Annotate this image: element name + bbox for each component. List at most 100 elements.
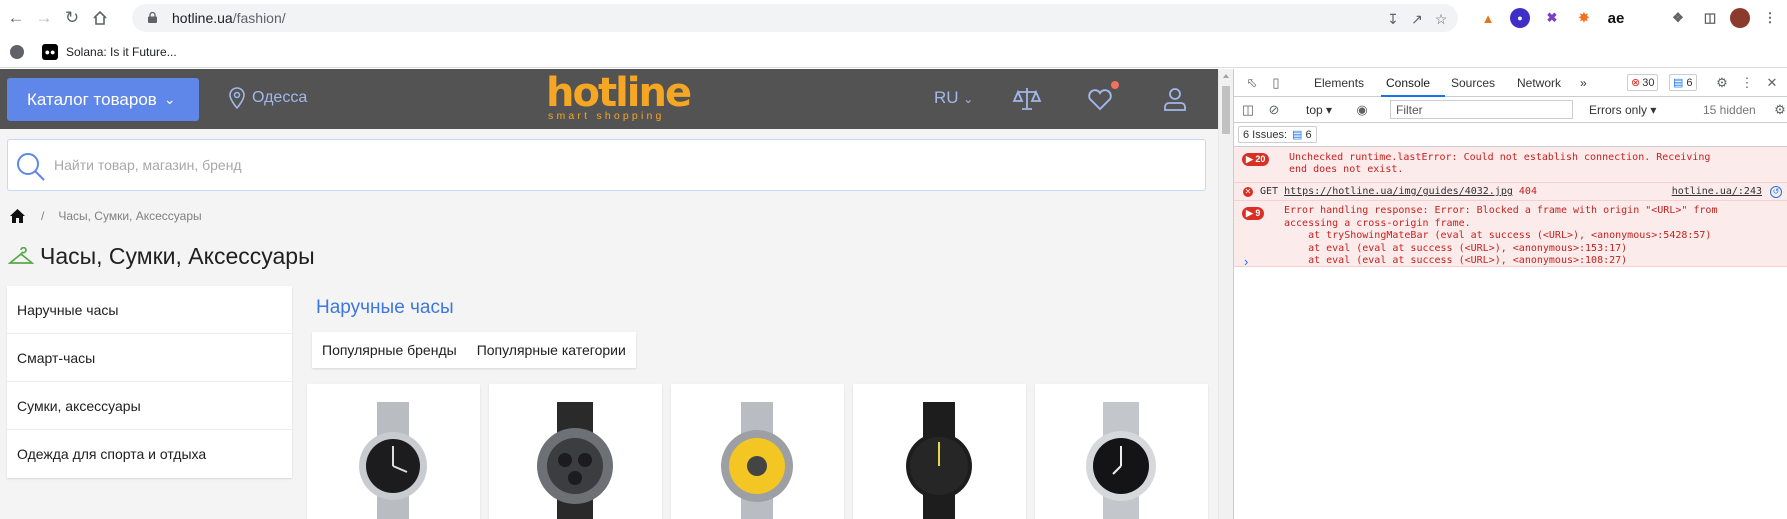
bookmark-star-icon[interactable]: ☆ [1432, 10, 1450, 28]
error-icon: ✕ [1243, 186, 1253, 197]
sidebar-item-label: Наручные часы [17, 301, 119, 318]
search-icon [17, 153, 45, 181]
search-input[interactable]: Найти товар, магазин, бренд [7, 139, 1206, 191]
log-levels-dropdown[interactable]: Errors only ▾ [1589, 103, 1656, 117]
home-icon[interactable] [10, 209, 25, 223]
sidebar-item-sportswear[interactable]: Одежда для спорта и отдыха [7, 430, 292, 478]
hotline-logo[interactable]: hotline smart shopping [546, 73, 692, 123]
clear-console-icon[interactable]: ⊘ [1266, 102, 1282, 118]
error-count-badge[interactable]: ⊗ 30 [1627, 74, 1659, 91]
catalog-button[interactable]: Каталог товаров ⌄ [7, 78, 199, 121]
sidebar-toggle-icon[interactable]: ◫ [1240, 102, 1256, 118]
reload-icon[interactable]: ↻ [60, 6, 84, 30]
city-label: Одесса [252, 89, 308, 106]
site-header: Каталог товаров ⌄ Одесса hotline smart s… [0, 69, 1218, 129]
user-icon[interactable] [1160, 84, 1190, 114]
ext-star-icon[interactable]: ✸ [1574, 8, 1594, 28]
watch-image [537, 402, 613, 519]
breadcrumb-item[interactable]: Часы, Сумки, Аксессуары [58, 209, 201, 223]
sidebar-item-smartwatches[interactable]: Смарт-часы [7, 334, 292, 382]
scroll-up-arrow-icon[interactable] [1223, 74, 1229, 78]
profile-avatar[interactable] [1730, 8, 1750, 28]
issues-bar: 6 Issues: ▤ 6 [1234, 123, 1787, 147]
logo-tagline: smart shopping [548, 110, 665, 122]
network-request-icon[interactable]: ↺ [1770, 186, 1782, 198]
issues-label: 6 Issues: [1243, 128, 1288, 141]
http-status: 404 [1518, 186, 1537, 197]
sidebar-item-wristwatches[interactable]: Наручные часы [7, 286, 292, 334]
share-icon[interactable]: ↗ [1408, 10, 1426, 28]
issues-button[interactable]: 6 Issues: ▤ 6 [1238, 126, 1317, 143]
close-icon[interactable]: ✕ [1764, 75, 1780, 91]
repeat-count-badge: ▶ 9 [1242, 207, 1265, 220]
medium-icon: ●● [42, 44, 58, 60]
eye-icon[interactable]: ◉ [1354, 102, 1370, 118]
side-panel-icon[interactable]: ◫ [1700, 8, 1720, 28]
repeat-count: 9 [1255, 208, 1261, 219]
search-placeholder: Найти товар, магазин, бренд [54, 157, 242, 173]
message-line: Unchecked runtime.lastError: Could not e… [1289, 152, 1711, 163]
product-card[interactable] [853, 384, 1026, 519]
product-card[interactable] [489, 384, 662, 519]
page-title-text: Часы, Сумки, Аксессуары [40, 243, 315, 269]
home-icon[interactable] [88, 6, 112, 30]
tab-popular-categories[interactable]: Популярные категории [467, 342, 636, 358]
console-error-message[interactable]: ✕ GET https://hotline.ua/img/guides/4032… [1234, 183, 1787, 201]
breadcrumb-separator: / [41, 209, 45, 223]
watch-image [721, 402, 793, 519]
ext-x-icon[interactable]: ✖ [1542, 8, 1562, 28]
compare-scales-icon[interactable] [1012, 84, 1042, 114]
favorites-badge [1111, 81, 1119, 89]
bookmarks-bar: ●● Solana: Is it Future... [0, 36, 1787, 68]
tab-console[interactable]: Console [1386, 76, 1430, 90]
ext-circle-icon[interactable]: ● [1510, 8, 1530, 28]
context-selector[interactable]: top ▾ [1306, 103, 1332, 117]
tab-popular-brands[interactable]: Популярные бренды [312, 342, 467, 358]
chevron-down-icon: ⌄ [163, 91, 176, 107]
heart-icon[interactable] [1085, 84, 1115, 114]
source-link[interactable]: hotline.ua/:243 [1672, 186, 1762, 199]
extensions-puzzle-icon[interactable]: ❖ [1668, 8, 1688, 28]
tab-elements[interactable]: Elements [1314, 76, 1364, 90]
forward-arrow-icon[interactable]: → [32, 6, 56, 30]
lock-icon [148, 12, 157, 23]
hidden-count: 15 hidden [1703, 103, 1756, 117]
tab-network[interactable]: Network [1517, 76, 1561, 90]
city-selector[interactable]: Одесса [228, 87, 307, 109]
console-error-message[interactable]: ▶ 20 Unchecked runtime.lastError: Could … [1234, 147, 1787, 183]
devtools-menu-icon[interactable]: ⋮ [1739, 75, 1755, 91]
section-title[interactable]: Наручные часы [316, 297, 454, 319]
language-selector[interactable]: RU ⌄ [934, 88, 973, 108]
install-app-icon[interactable]: ↧ [1384, 10, 1402, 28]
more-tabs-icon[interactable]: » [1580, 76, 1587, 90]
request-url-link[interactable]: https://hotline.ua/img/guides/4032.jpg [1284, 186, 1513, 197]
sidebar-item-bags[interactable]: Сумки, аксессуары [7, 382, 292, 430]
http-method: GET [1260, 186, 1279, 197]
back-arrow-icon[interactable]: ← [4, 6, 28, 30]
issue-count-badge[interactable]: ▤ 6 [1669, 74, 1697, 91]
breadcrumb: / Часы, Сумки, Аксессуары [10, 209, 202, 223]
bookmark-solana[interactable]: ●● Solana: Is it Future... [42, 42, 177, 62]
error-count: 30 [1642, 76, 1655, 89]
ext-ae-icon[interactable]: ae [1606, 8, 1626, 28]
console-settings-icon[interactable]: ⚙ [1772, 102, 1787, 118]
sidebar-item-label: Сумки, аксессуары [17, 397, 141, 414]
product-card[interactable] [1035, 384, 1208, 519]
metamask-icon[interactable]: ▲ [1478, 8, 1498, 28]
scrollbar-thumb[interactable] [1222, 86, 1230, 134]
page-scrollbar[interactable] [1218, 69, 1233, 519]
url-text: hotline.ua/fashion/ [172, 10, 286, 26]
settings-gear-icon[interactable]: ⚙ [1714, 75, 1730, 91]
console-filter-input[interactable]: Filter [1390, 100, 1573, 119]
address-bar[interactable]: hotline.ua/fashion/ ↧ ↗ ☆ [132, 4, 1458, 32]
product-card[interactable] [307, 384, 480, 519]
device-toolbar-icon[interactable]: ▯ [1268, 75, 1284, 91]
globe-icon[interactable] [10, 45, 24, 59]
console-prompt[interactable]: › [1244, 254, 1248, 269]
browser-menu-icon[interactable]: ⋮ [1760, 8, 1780, 28]
chevron-down-icon: ⌄ [963, 92, 974, 106]
inspect-element-icon[interactable]: ⬁ [1244, 75, 1260, 91]
console-error-message[interactable]: ▶ 9 Error handling response: Error: Bloc… [1234, 201, 1787, 267]
tab-sources[interactable]: Sources [1451, 76, 1495, 90]
product-card[interactable] [671, 384, 844, 519]
